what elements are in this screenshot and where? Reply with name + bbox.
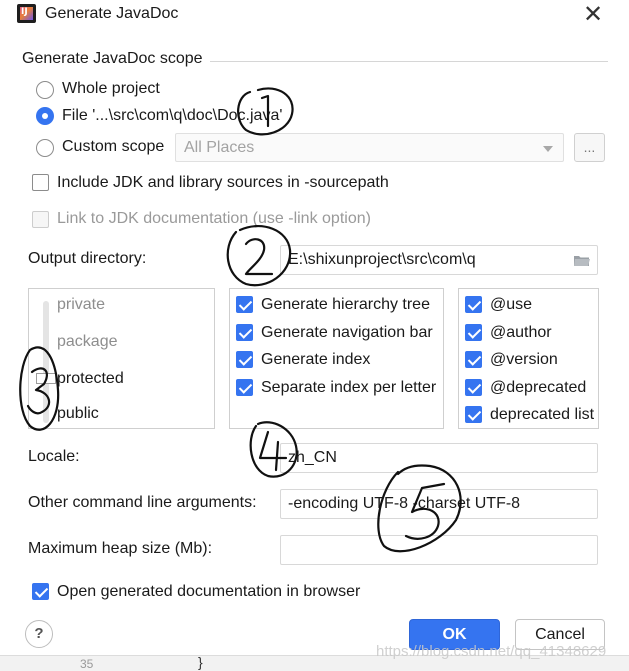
visibility-private[interactable]: private (57, 296, 105, 314)
visibility-slider-track[interactable] (43, 301, 49, 423)
tag-author-label[interactable]: @author (490, 324, 552, 342)
radio-file[interactable] (36, 107, 54, 125)
visibility-slider-thumb[interactable] (36, 373, 56, 384)
separate-index-checkbox[interactable] (236, 379, 253, 396)
locale-label: Locale: (28, 448, 80, 465)
link-jdk-label: Link to JDK documentation (use -link opt… (57, 210, 371, 227)
watermark: https://blog.csdn.net/qq_41348629 (376, 643, 607, 660)
other-args-field[interactable]: -encoding UTF-8 -charset UTF-8 (280, 489, 598, 519)
output-directory-field[interactable]: E:\shixunproject\src\com\q (280, 245, 598, 275)
radio-whole-project-label[interactable]: Whole project (62, 80, 160, 98)
include-jdk-label[interactable]: Include JDK and library sources in -sour… (57, 174, 389, 192)
custom-scope-value: All Places (184, 139, 255, 156)
tag-use-checkbox[interactable] (465, 296, 482, 313)
hierarchy-tree-label[interactable]: Generate hierarchy tree (261, 296, 430, 314)
tags-panel: @use @author @version @deprecated deprec… (458, 288, 599, 429)
browse-scope-button[interactable]: ... (574, 133, 605, 162)
tag-deprecated-label[interactable]: @deprecated (490, 379, 586, 397)
locale-value: zh_CN (288, 449, 337, 466)
link-jdk-checkbox (32, 211, 49, 228)
scope-section-title: Generate JavaDoc scope (22, 50, 203, 67)
tag-version-checkbox[interactable] (465, 351, 482, 368)
tag-use-label[interactable]: @use (490, 296, 532, 314)
visibility-package[interactable]: package (57, 333, 118, 351)
tag-author-checkbox[interactable] (465, 324, 482, 341)
output-directory-value: E:\shixunproject\src\com\q (288, 251, 476, 268)
radio-whole-project[interactable] (36, 81, 54, 99)
tag-version-label[interactable]: @version (490, 351, 558, 369)
navigation-bar-checkbox[interactable] (236, 324, 253, 341)
code-brace: } (198, 654, 203, 670)
generate-options-panel: Generate hierarchy tree Generate navigat… (229, 288, 444, 429)
chevron-down-icon (543, 146, 553, 152)
help-button[interactable]: ? (25, 620, 53, 648)
other-args-label: Other command line arguments: (28, 494, 257, 511)
window-title: Generate JavaDoc (45, 5, 179, 22)
folder-icon[interactable] (573, 254, 591, 267)
radio-custom-scope-label[interactable]: Custom scope (62, 138, 164, 156)
output-directory-label: Output directory: (28, 250, 147, 267)
tag-deprecated-checkbox[interactable] (465, 379, 482, 396)
separate-index-label[interactable]: Separate index per letter (261, 379, 436, 397)
other-args-value: -encoding UTF-8 -charset UTF-8 (288, 495, 521, 512)
visibility-protected[interactable]: protected (57, 370, 124, 388)
annotation-digit-2 (244, 238, 274, 276)
open-browser-label[interactable]: Open generated documentation in browser (57, 583, 360, 601)
deprecated-list-checkbox[interactable] (465, 406, 482, 423)
generate-index-label[interactable]: Generate index (261, 351, 370, 369)
line-number: 35 (80, 657, 94, 671)
open-browser-checkbox[interactable] (32, 583, 49, 600)
locale-field[interactable]: zh_CN (280, 443, 598, 473)
generate-index-checkbox[interactable] (236, 351, 253, 368)
heap-size-field[interactable] (280, 535, 598, 565)
visibility-panel: private package protected public (28, 288, 215, 429)
close-icon[interactable]: ✕ (580, 2, 606, 28)
custom-scope-dropdown[interactable]: All Places (175, 133, 564, 162)
hierarchy-tree-checkbox[interactable] (236, 296, 253, 313)
section-divider (210, 61, 608, 62)
intellij-app-icon (17, 4, 36, 23)
title-bar: Generate JavaDoc ✕ (0, 0, 629, 32)
radio-custom-scope[interactable] (36, 139, 54, 157)
radio-file-label[interactable]: File '...\src\com\q\doc\Doc.java' (62, 107, 282, 125)
deprecated-list-label[interactable]: deprecated list (490, 406, 594, 424)
navigation-bar-label[interactable]: Generate navigation bar (261, 324, 433, 342)
heap-size-label: Maximum heap size (Mb): (28, 540, 213, 557)
visibility-public[interactable]: public (57, 405, 99, 423)
include-jdk-checkbox[interactable] (32, 174, 49, 191)
